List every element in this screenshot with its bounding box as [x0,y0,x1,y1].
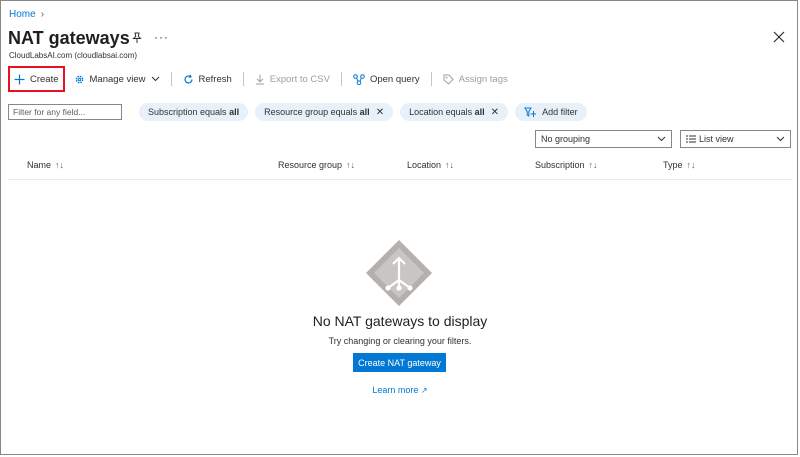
close-icon[interactable] [773,31,785,43]
table-header: Name ↑↓ Resource group ↑↓ Location ↑↓ Su… [8,157,792,180]
column-header-resource-group[interactable]: Resource group ↑↓ [278,160,355,170]
add-filter-icon [524,107,537,117]
download-icon [255,74,264,84]
learn-more-label: Learn more [372,385,419,395]
refresh-label: Refresh [198,73,232,85]
list-view-dropdown[interactable]: List view [680,130,791,148]
column-header-type[interactable]: Type ↑↓ [663,160,696,170]
column-header-label: Name [27,160,52,170]
chevron-right-icon: › [40,9,45,20]
resource-group-filter-value: all [359,107,370,117]
chevron-down-icon [151,76,159,82]
resource-group-filter-text: Resource group equals all [264,107,370,117]
assign-tags-label: Assign tags [458,73,508,85]
sort-icon: ↑↓ [588,160,598,170]
remove-filter-icon[interactable]: ✕ [491,107,499,118]
location-filter-value: all [474,107,485,117]
nat-gateway-icon [366,240,432,306]
toolbar-divider [170,72,172,86]
view-controls: No grouping List view [535,130,791,148]
list-view-content: List view [686,134,734,144]
sort-icon: ↑↓ [346,160,356,170]
tag-icon [443,74,454,85]
resource-group-filter-prefix: Resource group equals [264,107,358,117]
location-filter-prefix: Location equals [409,107,473,117]
more-options-button[interactable]: ··· [154,30,169,44]
column-header-subscription[interactable]: Subscription ↑↓ [535,160,598,170]
sort-icon: ↑↓ [445,160,455,170]
create-button[interactable]: Create [8,66,65,92]
chevron-down-icon [776,136,785,142]
add-filter-label: Add filter [542,107,578,117]
subscription-filter-pill[interactable]: Subscription equals all [139,103,249,121]
column-header-label: Location [407,160,442,170]
column-header-label: Subscription [535,160,585,170]
plus-icon [14,74,25,84]
assign-tags-button[interactable]: Assign tags [438,67,513,91]
external-link-icon: ↗ [420,386,428,395]
query-icon [353,73,365,85]
pin-icon[interactable] [131,32,143,44]
manage-view-label: Manage view [89,73,146,85]
column-header-name[interactable]: Name ↑↓ [27,160,64,170]
refresh-icon [183,74,193,83]
column-header-location[interactable]: Location ↑↓ [407,160,454,170]
list-icon [686,135,696,143]
export-csv-label: Export to CSV [269,73,330,85]
command-bar: Create Manage view Refresh Export to CSV [8,66,513,92]
column-header-label: Type [663,160,683,170]
sort-icon: ↑↓ [55,160,65,170]
learn-more-link[interactable]: Learn more ↗ [0,385,800,395]
list-view-label: List view [699,134,734,144]
filter-bar: Filter for any field... Subscription equ… [8,103,587,121]
toolbar-divider [340,72,342,86]
column-header-label: Resource group [278,160,343,170]
remove-filter-icon[interactable]: ✕ [376,107,384,118]
manage-view-button[interactable]: Manage view [69,67,165,91]
toolbar-divider [242,72,244,86]
refresh-button[interactable]: Refresh [178,67,237,91]
empty-state-title: No NAT gateways to display [312,313,488,329]
export-csv-button[interactable]: Export to CSV [250,67,335,91]
breadcrumb-home-link[interactable]: Home [9,9,36,20]
page-subtitle: CloudLabsAI.com (cloudlabsai.com) [9,51,138,60]
grouping-value: No grouping [541,134,591,144]
resource-group-filter-pill[interactable]: Resource group equals all ✕ [255,103,394,121]
page-title: NAT gateways [8,28,130,48]
sort-icon: ↑↓ [686,160,696,170]
subscription-filter-text: Subscription equals all [148,107,239,117]
create-label: Create [30,73,59,85]
open-query-button[interactable]: Open query [348,67,425,91]
breadcrumb: Home › [9,9,44,20]
open-query-label: Open query [369,73,420,85]
location-filter-text: Location equals all [409,107,485,117]
chevron-down-icon [657,136,666,142]
add-filter-button[interactable]: Add filter [515,103,587,121]
filter-input[interactable]: Filter for any field... [8,104,122,120]
toolbar-divider [430,72,432,86]
location-filter-pill[interactable]: Location equals all ✕ [400,103,509,121]
empty-state-subtitle: Try changing or clearing your filters. [328,336,472,346]
grouping-dropdown[interactable]: No grouping [535,130,672,148]
create-nat-gateway-button[interactable]: Create NAT gateway [353,353,446,372]
gear-icon [75,75,83,83]
subscription-filter-value: all [229,107,240,117]
subscription-filter-prefix: Subscription equals [148,107,227,117]
